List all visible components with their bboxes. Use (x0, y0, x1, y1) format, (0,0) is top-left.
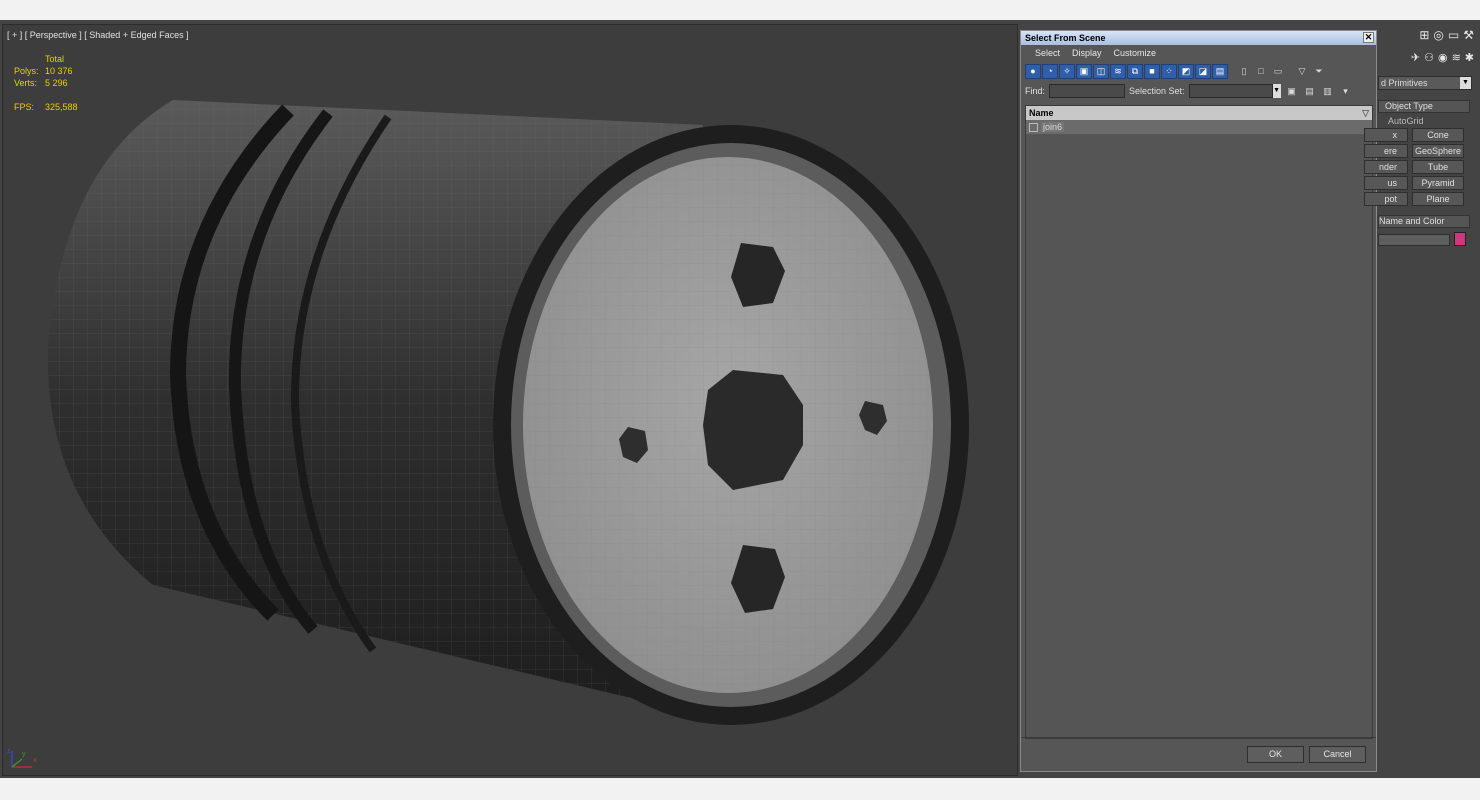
tube-button[interactable]: Tube (1412, 160, 1464, 174)
box-button[interactable]: x (1364, 128, 1408, 142)
object-type-label: Object Type (1385, 101, 1433, 111)
viewport-statistics: Total Polys: 10 376 Verts: 5 296 FPS: 325,5… (14, 53, 85, 113)
list-item[interactable]: join6 (1026, 120, 1372, 134)
find-row: Find: Selection Set: ▼ ▣ ▤ ▥ ▾ (1021, 81, 1376, 101)
primitives-dropdown[interactable]: d Primitives ▼ (1378, 76, 1472, 90)
bones-filter-icon[interactable]: ⁘ (1161, 63, 1177, 79)
autogrid-checkbox[interactable]: AutoGrid (1388, 116, 1424, 126)
object-icon (1029, 122, 1038, 132)
create-selection-set-icon[interactable]: ▤ (1303, 84, 1317, 98)
chevron-down-icon[interactable]: ▼ (1460, 77, 1471, 89)
ok-button[interactable]: OK (1247, 746, 1304, 763)
select-none-icon[interactable]: □ (1253, 64, 1269, 79)
pyramid-button[interactable]: Pyramid (1412, 176, 1464, 190)
geosphere-button[interactable]: GeoSphere (1412, 144, 1464, 158)
object-color-swatch[interactable] (1454, 232, 1466, 246)
selection-set-label: Selection Set: (1129, 86, 1185, 96)
hidden-filter-icon[interactable]: ▤ (1212, 63, 1228, 79)
filter-options-icon[interactable]: ⏷ (1311, 64, 1327, 79)
stats-polys-label: Polys: (14, 66, 39, 76)
select-all-icon[interactable]: ▯ (1236, 64, 1252, 79)
column-filter-icon[interactable]: ▽ (1362, 106, 1369, 120)
display-tab-icon[interactable]: ▭ (1448, 28, 1459, 42)
teapot-button[interactable]: pot (1364, 192, 1408, 206)
sphere-button[interactable]: ere (1364, 144, 1408, 158)
perspective-viewport[interactable]: [ + ] [ Perspective ] [ Shaded + Edged F… (2, 24, 1018, 776)
stats-polys-value: 10 376 (45, 66, 73, 76)
motion-tab-icon[interactable]: ◎ (1433, 28, 1443, 42)
options-arrow-icon[interactable]: ▾ (1339, 84, 1353, 98)
lights-category-icon[interactable]: ✈ (1411, 51, 1420, 64)
select-invert-icon[interactable]: ▭ (1270, 64, 1286, 79)
xrefs-filter-icon[interactable]: ■ (1144, 63, 1160, 79)
cancel-button[interactable]: Cancel (1309, 746, 1366, 763)
systems-category-icon[interactable]: ✱ (1465, 51, 1474, 64)
primitives-dropdown-value: d Primitives (1381, 78, 1428, 88)
axis-z-label: z (7, 748, 11, 755)
chevron-down-icon[interactable]: ▼ (1272, 84, 1281, 98)
close-icon[interactable]: ✕ (1363, 32, 1374, 43)
object-name-field[interactable] (1378, 234, 1450, 246)
object-name: join6 (1041, 122, 1065, 132)
find-input[interactable] (1049, 84, 1126, 98)
geometry-filter-icon[interactable]: ● (1025, 63, 1041, 79)
name-and-color-rollout[interactable]: Name and Color (1378, 215, 1470, 228)
menu-display[interactable]: Display (1066, 45, 1108, 61)
cameras-filter-icon[interactable]: ▣ (1076, 63, 1092, 79)
remove-selection-set-icon[interactable]: ▥ (1321, 84, 1335, 98)
spacewarps-category-icon[interactable]: ≋ (1452, 51, 1461, 64)
axis-y-label: y (22, 751, 26, 758)
stats-verts-label: Verts: (14, 78, 38, 88)
dialog-menubar: Select Display Customize (1021, 45, 1376, 61)
select-from-scene-dialog: Select From Scene ✕ Select Display Custo… (1020, 30, 1377, 772)
groups-filter-icon[interactable]: ⧉ (1127, 63, 1143, 79)
axis-tripod-icon: x y z (7, 748, 37, 768)
dialog-title-bar[interactable]: Select From Scene ✕ (1021, 31, 1376, 45)
viewport-label[interactable]: [ + ] [ Perspective ] [ Shaded + Edged F… (7, 30, 189, 40)
spacewarps-filter-icon[interactable]: ≋ (1110, 63, 1126, 79)
cylinder-button[interactable]: nder (1364, 160, 1408, 174)
plane-button[interactable]: Plane (1412, 192, 1464, 206)
scene-render (47, 100, 969, 725)
dialog-title: Select From Scene (1025, 33, 1106, 43)
stats-fps-value: 325,588 (45, 102, 78, 112)
hierarchy-tab-icon[interactable]: ⊞ (1419, 28, 1429, 42)
stats-fps-label: FPS: (14, 102, 35, 112)
utilities-tab-icon[interactable]: ⚒ (1463, 28, 1474, 42)
lights-filter-icon[interactable]: ✧ (1059, 63, 1075, 79)
edit-selection-set-icon[interactable]: ▣ (1285, 84, 1299, 98)
object-type-rollout[interactable]: Object Type (1378, 100, 1470, 113)
torus-button[interactable]: us (1364, 176, 1408, 190)
selection-set-dropdown[interactable] (1188, 84, 1273, 98)
stats-total-label: Total (45, 54, 65, 64)
dialog-footer: OK Cancel (1021, 737, 1376, 771)
helpers-category-icon[interactable]: ◉ (1438, 51, 1448, 64)
stats-verts-value: 5 296 (45, 78, 68, 88)
find-label: Find: (1025, 86, 1046, 96)
menu-select[interactable]: Select (1029, 45, 1066, 61)
column-header-label: Name (1029, 108, 1054, 118)
filter-toolbar: ● ◔ ✧ ▣ ◫ ≋ ⧉ ■ ⁘ ◩ ◪ ▤ ▯ □ ▭ ▽ ⏷ (1021, 61, 1376, 81)
create-categories: ✈ ⚇ ◉ ≋ ✱ (1378, 46, 1478, 68)
filter-icon[interactable]: ▽ (1294, 64, 1310, 79)
cameras-category-icon[interactable]: ⚇ (1424, 51, 1434, 64)
name-and-color-label: Name and Color (1379, 216, 1445, 226)
menu-customize[interactable]: Customize (1108, 45, 1163, 61)
command-panel-tabs: ⊞ ◎ ▭ ⚒ (1378, 24, 1478, 46)
axis-x-label: x (33, 757, 37, 764)
command-panel: ⊞ ◎ ▭ ⚒ ✈ ⚇ ◉ ≋ ✱ d Primitives ▼ Object … (1364, 24, 1478, 776)
cone-button[interactable]: Cone (1412, 128, 1464, 142)
containers-filter-icon[interactable]: ◩ (1178, 63, 1194, 79)
shapes-filter-icon[interactable]: ◔ (1042, 63, 1058, 79)
helpers-filter-icon[interactable]: ◫ (1093, 63, 1109, 79)
frozen-filter-icon[interactable]: ◪ (1195, 63, 1211, 79)
column-header-name[interactable]: Name ▽ (1026, 106, 1372, 120)
scene-object-list[interactable]: Name ▽ join6 (1025, 105, 1373, 739)
